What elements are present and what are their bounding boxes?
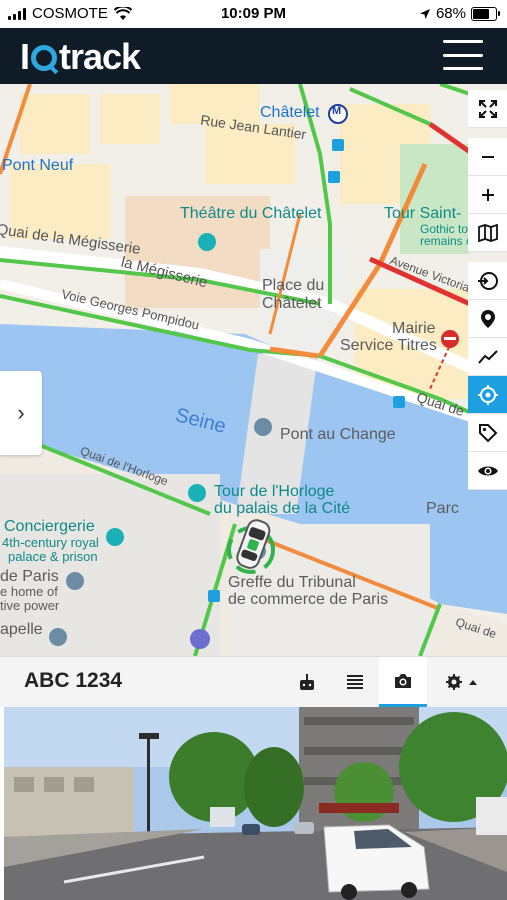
street-view-canvas (4, 707, 507, 900)
menu-icon[interactable] (443, 40, 483, 70)
settings-gear-icon[interactable] (427, 657, 497, 707)
map-label-place-chatelet-1: Place du (262, 277, 325, 294)
map-label-theatre: Théâtre du Châtelet (180, 205, 322, 222)
zoom-in-icon[interactable] (468, 176, 507, 214)
chevron-right-icon[interactable]: › (0, 371, 42, 455)
map-label-mairie-2: Service Titres (340, 337, 437, 354)
map-label-pont-au-change: Pont au Change (280, 426, 396, 443)
map-toolbar (468, 90, 507, 490)
logo-part-2: track (59, 36, 141, 77)
map-label-tour-saint: Tour Saint- (384, 205, 462, 222)
crosshair-icon[interactable] (468, 376, 507, 414)
chart-line-icon[interactable] (468, 338, 507, 376)
map-label-parc: Parc (426, 500, 459, 517)
vehicle-plate: ABC 1234 (24, 669, 123, 692)
device-info-bar: ABC 1234 (0, 656, 507, 707)
tracker-device-icon[interactable] (283, 657, 331, 707)
map-label-conciergerie-2: 4th-century royal (2, 535, 99, 550)
map-label-mairie-1: Mairie (392, 320, 436, 337)
map-label-tour-horloge-1: Tour de l'Horloge (214, 483, 335, 500)
logo-part-1: I (20, 36, 30, 77)
details-list-icon[interactable] (331, 657, 379, 707)
map-label-greffe-1: Greffe du Tribunal (228, 574, 356, 591)
location-arrow-icon (419, 8, 430, 19)
map-label-greffe-2: de commerce de Paris (228, 591, 389, 608)
map-label-conciergerie-1: Conciergerie (4, 518, 95, 535)
car-icon (227, 519, 275, 574)
map-view[interactable]: Châtelet M Rue Jean Lantier Pont Neuf Th… (0, 84, 507, 656)
map-label-tive-power: tive power (0, 598, 60, 613)
zoom-out-icon[interactable] (468, 138, 507, 176)
fullscreen-icon[interactable] (468, 90, 507, 128)
route-history-icon[interactable] (468, 262, 507, 300)
logo-q-icon (31, 45, 58, 71)
info-tabs (283, 657, 497, 707)
vehicle-marker[interactable] (227, 514, 279, 576)
map-label-chatelet: Châtelet (260, 104, 320, 121)
camera-icon[interactable] (379, 657, 427, 707)
location-pin-icon[interactable] (468, 300, 507, 338)
iqtrack-logo[interactable]: Itrack (20, 36, 141, 78)
battery-icon (471, 6, 500, 21)
map-label-home-of: e home of (0, 584, 58, 599)
map-label-pelle: apelle (0, 621, 43, 638)
map-layers-icon[interactable] (468, 214, 507, 252)
map-label-place-chatelet-2: Châtelet (262, 295, 322, 312)
street-view-image[interactable] (4, 707, 507, 900)
battery-percent: 68% (435, 5, 466, 22)
metro-icon: M (332, 105, 342, 117)
map-label-pont-neuf: Pont Neuf (2, 157, 74, 174)
eye-icon[interactable] (468, 452, 507, 490)
status-bar: COSMOTE 10:09 PM 68% (0, 0, 507, 28)
map-label-conciergerie-3: palace & prison (8, 549, 98, 564)
app-header: Itrack (0, 28, 507, 84)
battery-info: 68% (419, 5, 500, 22)
tag-icon[interactable] (468, 414, 507, 452)
